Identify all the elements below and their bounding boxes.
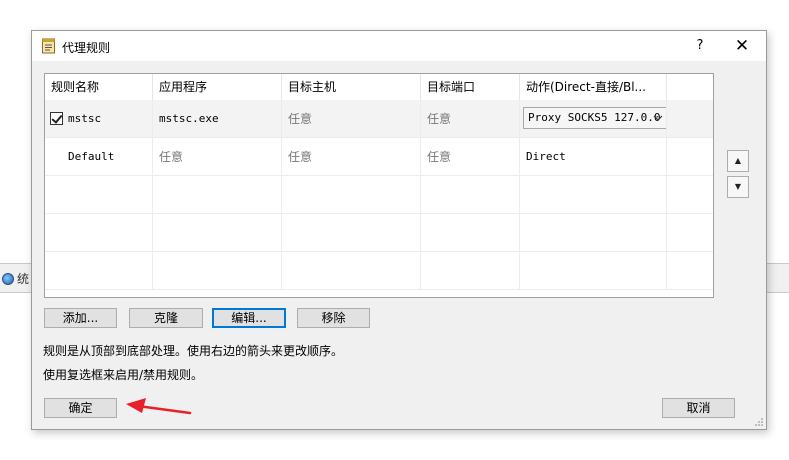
row-filler [667,138,713,176]
rule-enabled-checkbox[interactable] [50,112,63,125]
ok-button[interactable]: 确定 [44,398,117,418]
rules-list[interactable]: 规则名称 应用程序 目标主机 目标端口 动作(Direct-直接/Bl... m… [44,73,714,298]
clone-button[interactable]: 克隆 [129,308,203,328]
target-host-cell: 任意 [282,100,421,138]
proxy-rules-dialog: 代理规则 ? ✕ 规则名称 应用程序 目标主机 目标端口 动作(Direct-直… [31,30,767,430]
application-cell: 任意 [153,138,282,176]
action-dropdown[interactable]: Proxy SOCKS5 127.0.0 [523,107,666,129]
column-header-target-host[interactable]: 目标主机 [282,74,421,100]
add-button[interactable]: 添加... [44,308,117,328]
empty-row [45,176,713,214]
column-header-target-port[interactable]: 目标端口 [421,74,520,100]
empty-row [45,252,713,290]
title-bar: 代理规则 ? ✕ [32,31,766,61]
chevron-down-icon [652,108,664,136]
target-port-cell: 任意 [421,138,520,176]
background-item[interactable]: 统 [2,270,29,287]
column-header-application[interactable]: 应用程序 [153,74,282,100]
application-cell: mstsc.exe [153,100,282,138]
help-button[interactable]: ? [690,37,710,57]
resize-grip-icon[interactable] [754,417,764,427]
cancel-button[interactable]: 取消 [662,398,735,418]
rule-name-cell: Default [45,138,153,176]
table-row[interactable]: mstsc mstsc.exe 任意 任意 Proxy SOCKS5 127.0… [45,100,713,138]
rule-name: mstsc [68,111,102,125]
empty-row [45,214,713,252]
column-header-action[interactable]: 动作(Direct-直接/Bl... [520,74,667,100]
table-row[interactable]: Default 任意 任意 任意 Direct [45,138,713,176]
action-cell: Proxy SOCKS5 127.0.0 [520,100,667,138]
column-header-rule-name[interactable]: 规则名称 [45,74,153,100]
info-text-order: 规则是从顶部到底部处理。使用右边的箭头来更改顺序。 [43,344,344,358]
dialog-title: 代理规则 [62,41,111,55]
target-host-cell: 任意 [282,138,421,176]
rule-name-cell: mstsc [45,100,153,138]
action-cell: Direct [520,138,667,176]
move-up-button[interactable]: ▲ [727,150,749,172]
target-port-cell: 任意 [421,100,520,138]
globe-icon [2,272,14,285]
rules-document-icon [42,38,55,54]
close-button[interactable]: ✕ [730,36,754,58]
background-item-label: 统 [17,272,30,286]
column-header-filler [667,74,713,100]
info-text-checkbox: 使用复选框来启用/禁用规则。 [43,368,204,382]
move-down-button[interactable]: ▼ [727,176,749,198]
remove-button[interactable]: 移除 [297,308,370,328]
rules-list-header: 规则名称 应用程序 目标主机 目标端口 动作(Direct-直接/Bl... [45,74,713,100]
row-filler [667,100,713,138]
edit-button[interactable]: 编辑... [212,308,286,328]
action-dropdown-value: Proxy SOCKS5 127.0.0 [528,111,661,124]
